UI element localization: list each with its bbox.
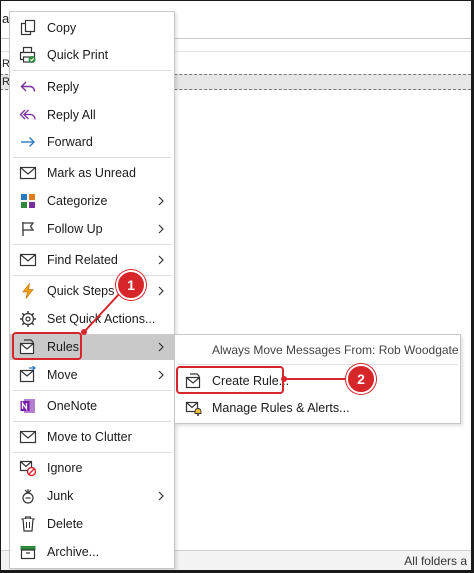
menu-item-label: Quick Steps (47, 284, 115, 298)
menu-item-forward[interactable]: Forward (10, 129, 174, 155)
menu-item-label: Set Quick Actions... (47, 312, 156, 326)
forward-icon (19, 133, 37, 151)
menu-item-label: Reply (47, 80, 79, 94)
menu-item-label: Delete (47, 517, 84, 531)
chevron-right-icon (158, 342, 164, 352)
envelope-icon (19, 164, 37, 182)
menu-item-set-quick-actions[interactable]: Set Quick Actions... (10, 306, 174, 332)
menu-item-label: Junk (47, 489, 74, 503)
rules-icon (19, 338, 37, 356)
menu-item-quick-print[interactable]: Quick Print (10, 42, 174, 68)
menu-item-follow-up[interactable]: Follow Up (10, 216, 174, 242)
menu-item-onenote[interactable]: OneNote (10, 393, 174, 419)
ignore-icon (19, 459, 37, 477)
menu-item-label: Reply All (47, 108, 96, 122)
menu-separator (13, 275, 171, 276)
create-rule-icon (185, 372, 203, 390)
submenu-item-label: Manage Rules & Alerts... (212, 401, 350, 415)
menu-item-archive[interactable]: Archive... (10, 539, 174, 565)
chevron-right-icon (158, 255, 164, 265)
lightning-icon (19, 282, 37, 300)
submenu-item-manage-rules[interactable]: Manage Rules & Alerts... (175, 395, 460, 421)
chevron-right-icon (158, 224, 164, 234)
menu-item-label: Rules (47, 340, 79, 354)
gear-icon (19, 310, 37, 328)
chevron-right-icon (158, 491, 164, 501)
menu-item-move-to-clutter[interactable]: Move to Clutter (10, 424, 174, 450)
menu-item-find-related[interactable]: Find Related (10, 247, 174, 273)
menu-item-junk[interactable]: Junk (10, 483, 174, 509)
menu-item-label: Follow Up (47, 222, 103, 236)
menu-separator (178, 364, 458, 365)
onenote-icon (19, 397, 37, 415)
copy-icon (19, 19, 37, 37)
menu-item-ignore[interactable]: Ignore (10, 455, 174, 481)
menu-item-label: Forward (47, 135, 93, 149)
quick-print-icon (19, 46, 37, 64)
menu-separator (13, 157, 171, 158)
callout-badge-2: 2 (346, 364, 376, 394)
chevron-right-icon (158, 286, 164, 296)
menu-item-label: Move (47, 368, 78, 382)
menu-separator (13, 452, 171, 453)
menu-item-rules[interactable]: Rules (10, 334, 174, 360)
clutter-icon (19, 428, 37, 446)
chevron-right-icon (158, 370, 164, 380)
menu-separator (13, 390, 171, 391)
submenu-header-always-move[interactable]: Always Move Messages From: Rob Woodgate (212, 343, 459, 357)
menu-item-move[interactable]: Move (10, 362, 174, 388)
menu-item-label: Find Related (47, 253, 118, 267)
menu-item-label: Move to Clutter (47, 430, 132, 444)
menu-item-delete[interactable]: Delete (10, 511, 174, 537)
menu-separator (13, 244, 171, 245)
flag-icon (19, 220, 37, 238)
menu-item-reply-all[interactable]: Reply All (10, 102, 174, 128)
menu-item-mark-as-unread[interactable]: Mark as Unread (10, 160, 174, 186)
archive-icon (19, 543, 37, 561)
status-bar-text: All folders a (404, 554, 467, 568)
menu-item-label: Quick Print (47, 48, 109, 62)
menu-item-label: Copy (47, 21, 77, 35)
find-related-icon (19, 251, 37, 269)
menu-item-quick-steps[interactable]: Quick Steps (10, 278, 174, 304)
menu-item-label: Archive... (47, 545, 100, 559)
move-icon (19, 366, 37, 384)
submenu-item-label: Create Rule... (212, 374, 290, 388)
menu-item-label: Categorize (47, 194, 108, 208)
menu-item-categorize[interactable]: Categorize (10, 188, 174, 214)
categorize-icon (19, 192, 37, 210)
rules-submenu: Always Move Messages From: Rob Woodgate … (174, 334, 461, 424)
context-menu: Copy Quick Print Reply Reply All Forward… (9, 11, 175, 569)
menu-separator (13, 70, 171, 71)
menu-item-label: OneNote (47, 399, 98, 413)
menu-item-copy[interactable]: Copy (10, 15, 174, 41)
junk-icon (19, 487, 37, 505)
callout-badge-1: 1 (116, 270, 146, 300)
reply-all-icon (19, 106, 37, 124)
submenu-item-create-rule[interactable]: Create Rule... (175, 368, 460, 394)
menu-item-label: Mark as Unread (47, 166, 136, 180)
manage-rules-icon (185, 399, 203, 417)
reply-icon (19, 78, 37, 96)
menu-item-label: Ignore (47, 461, 83, 475)
menu-separator (13, 421, 171, 422)
menu-item-reply[interactable]: Reply (10, 74, 174, 100)
trash-icon (19, 515, 37, 533)
chevron-right-icon (158, 196, 164, 206)
